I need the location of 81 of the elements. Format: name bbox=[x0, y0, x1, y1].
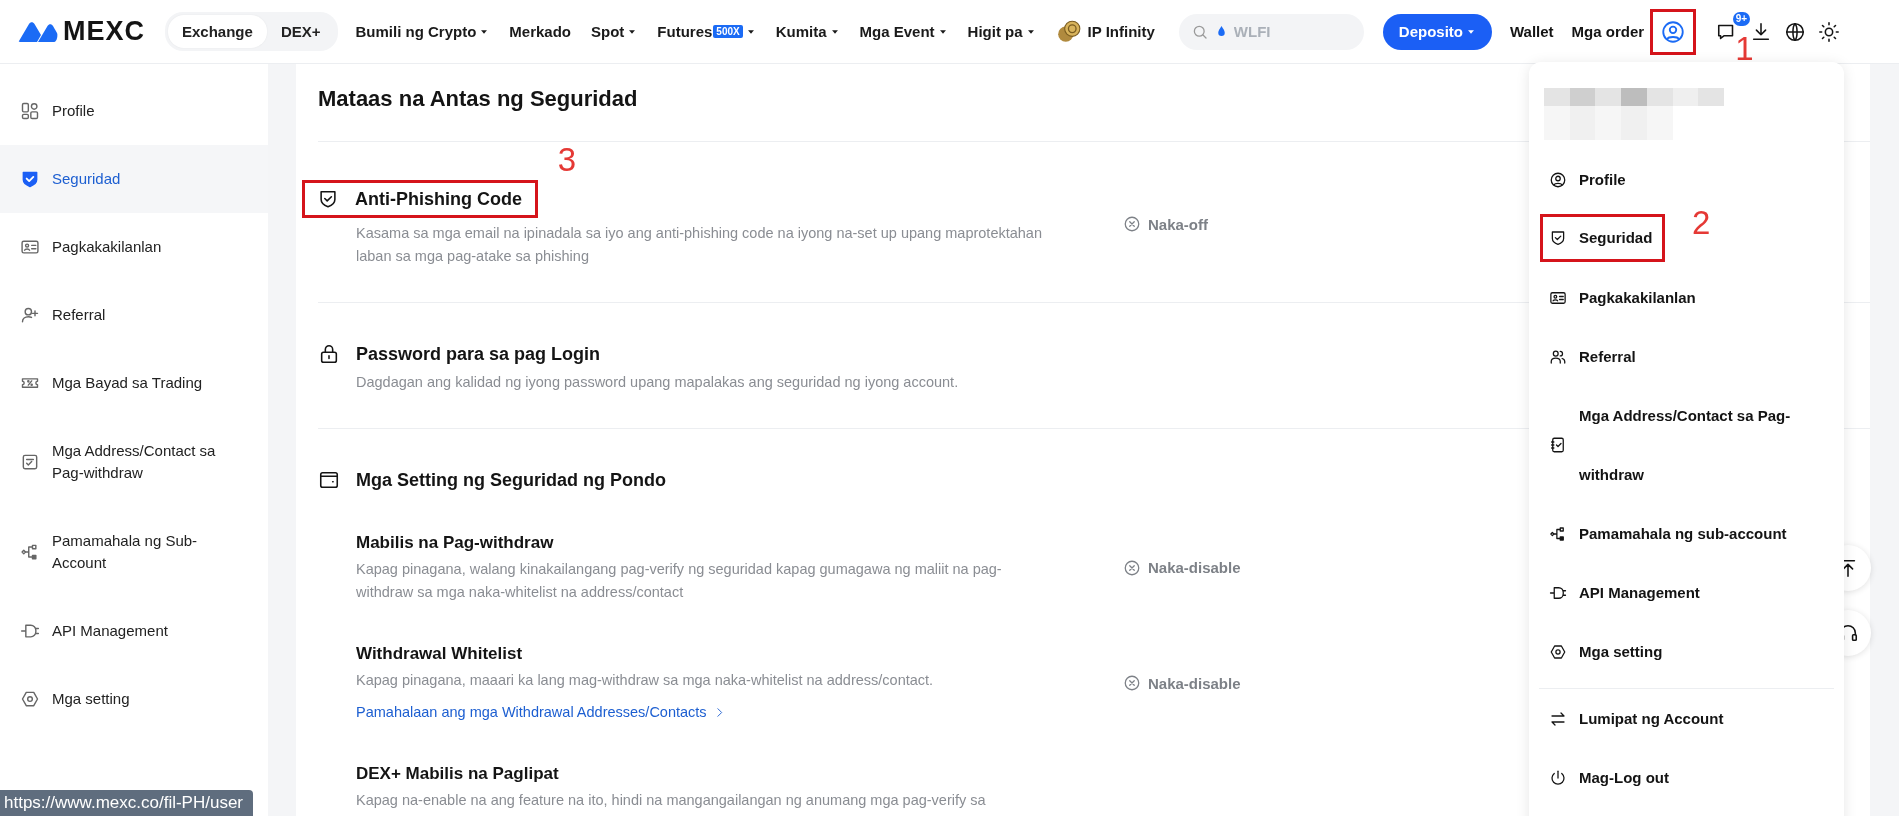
lock-icon bbox=[318, 343, 340, 365]
sidebar-item[interactable]: API Management bbox=[0, 597, 268, 665]
menu-item[interactable]: Pamamahala ng sub-account bbox=[1549, 504, 1787, 563]
wallet-icon bbox=[318, 469, 340, 491]
power-icon bbox=[1549, 768, 1567, 787]
annotation-number: 2 bbox=[1692, 205, 1711, 241]
logo[interactable]: MEXC bbox=[18, 16, 145, 47]
sidebar-item[interactable]: Mga setting bbox=[0, 665, 268, 733]
user-icon bbox=[1549, 170, 1567, 189]
logo-icon bbox=[18, 19, 58, 44]
menu-item[interactable]: Profile bbox=[1549, 150, 1626, 209]
search-field[interactable]: WLFI bbox=[1178, 13, 1364, 50]
badge: 500X bbox=[713, 25, 743, 38]
setting-title: DEX+ Mabilis na Paglipat bbox=[356, 763, 560, 785]
shield-icon bbox=[1549, 229, 1567, 247]
close-circle-icon bbox=[1123, 558, 1141, 577]
section-title: Anti-Phishing Code bbox=[355, 188, 522, 211]
network-icon bbox=[1549, 524, 1567, 543]
nav-menu-item[interactable]: Mga Event bbox=[859, 23, 948, 40]
menu-item[interactable]: Lumipat ng Account bbox=[1549, 689, 1724, 748]
setting-description: Kapag pinagana, walang kinakailangang pag-verify ng seguridad kapag gumagawa ng maliit na pag-withdraw sa mga naka-whitelist na address/contact bbox=[356, 560, 1003, 602]
manage-link[interactable]: Pamahalaan ang mga Withdrawal Addresses/Contacts bbox=[356, 701, 726, 724]
setting-description: Kapag na-enable na ang feature na ito, hindi na mangangailangan ng anumang mga pag-verify sa bbox=[356, 791, 987, 810]
nav-link[interactable]: Mga order bbox=[1571, 23, 1645, 40]
status-label: Naka-off bbox=[1123, 215, 1208, 233]
close-circle-icon bbox=[1123, 215, 1141, 233]
network-icon bbox=[20, 542, 40, 562]
mode-tab[interactable]: DEX+ bbox=[266, 15, 335, 48]
annotation-number: 3 bbox=[557, 142, 576, 178]
sidebar-item[interactable]: Mga Address/Contact sa Pag-withdraw bbox=[0, 417, 268, 507]
nav-menu-item[interactable]: IP Infinity bbox=[1055, 18, 1155, 45]
setting-title: Mabilis na Pag-withdraw bbox=[356, 532, 555, 554]
menu-item[interactable]: API Management bbox=[1549, 563, 1700, 622]
shield-icon bbox=[20, 169, 40, 189]
search-input[interactable]: WLFI bbox=[1233, 23, 1334, 40]
sidebar-item[interactable]: Seguridad bbox=[0, 145, 268, 213]
section-title: Mga Setting ng Seguridad ng Pondo bbox=[356, 469, 666, 492]
status-label: Naka-disable bbox=[1123, 558, 1241, 577]
section-title: Password para sa pag Login bbox=[356, 343, 601, 366]
menu-item[interactable]: Pagkakakilanlan bbox=[1549, 268, 1696, 327]
coins-icon bbox=[1055, 18, 1082, 45]
annotation-number: 1 bbox=[1735, 30, 1754, 67]
nav-menu-item[interactable]: Spot bbox=[591, 23, 638, 40]
settings-icon bbox=[1549, 642, 1567, 661]
plug-icon bbox=[20, 621, 40, 641]
close-circle-icon bbox=[1123, 674, 1141, 692]
checklist-icon bbox=[1549, 436, 1567, 454]
status-label: Naka-disable bbox=[1123, 674, 1241, 692]
globe-icon bbox=[1784, 20, 1807, 43]
menu-item[interactable]: Referral bbox=[1549, 327, 1636, 386]
sidebar-item[interactable]: Referral bbox=[0, 281, 268, 349]
menu-item[interactable]: Seguridad bbox=[1549, 219, 1653, 257]
add-user-icon bbox=[20, 305, 40, 325]
nav-menu-item[interactable]: Higit pa bbox=[967, 23, 1036, 40]
section-description: Dagdagan ang kalidad ng iyong password upang mapalakas ang seguridad ng iyong account. bbox=[356, 373, 960, 392]
user-icon bbox=[1660, 18, 1687, 45]
nav-menu-item[interactable]: Futures 500X bbox=[657, 23, 756, 40]
deposit-button[interactable]: Deposito bbox=[1382, 13, 1492, 50]
sidebar-item[interactable]: Mga Bayad sa Trading bbox=[0, 349, 268, 417]
checklist-icon bbox=[20, 452, 40, 472]
menu-item[interactable]: Mga Address/Contact sa Pag-withdraw bbox=[1549, 386, 1794, 504]
nav-menu-item[interactable]: Kumita bbox=[775, 23, 840, 40]
menu-item[interactable]: Mag-Log out bbox=[1549, 748, 1669, 807]
notification-badge: 9+ bbox=[1732, 11, 1751, 26]
nav-menu-item[interactable]: Merkado bbox=[509, 23, 571, 40]
mode-tab[interactable]: Exchange bbox=[168, 15, 267, 48]
shield-icon bbox=[317, 188, 339, 210]
sidebar-item[interactable]: Pamamahala ng Sub-Account bbox=[0, 507, 268, 597]
menu-item[interactable]: Mga setting bbox=[1549, 622, 1663, 681]
sidebar-item[interactable]: Pagkakakilanlan bbox=[0, 213, 268, 281]
status-url-tooltip: https://www.mexc.co/fil-PH/user bbox=[0, 790, 253, 816]
profile-icon bbox=[20, 101, 40, 121]
settings-icon bbox=[20, 689, 40, 709]
id-card-icon bbox=[20, 237, 40, 257]
setting-description: Kapag pinagana, maaari ka lang mag-withdraw sa mga naka-whitelist na address/contact. bbox=[356, 671, 935, 690]
sidebar-item[interactable]: Profile bbox=[0, 77, 268, 145]
section-description: Kasama sa mga email na ipinadala sa iyo ang anti-phishing code na iyong na-set up upang maprotektahan laban sa mga pag-atake sa phishing bbox=[356, 224, 1043, 266]
sun-icon bbox=[1818, 20, 1841, 43]
setting-title: Withdrawal Whitelist bbox=[356, 643, 524, 665]
nav-link[interactable]: Wallet bbox=[1510, 23, 1554, 40]
nav-menu-item[interactable]: Bumili ng Crypto bbox=[355, 23, 490, 40]
